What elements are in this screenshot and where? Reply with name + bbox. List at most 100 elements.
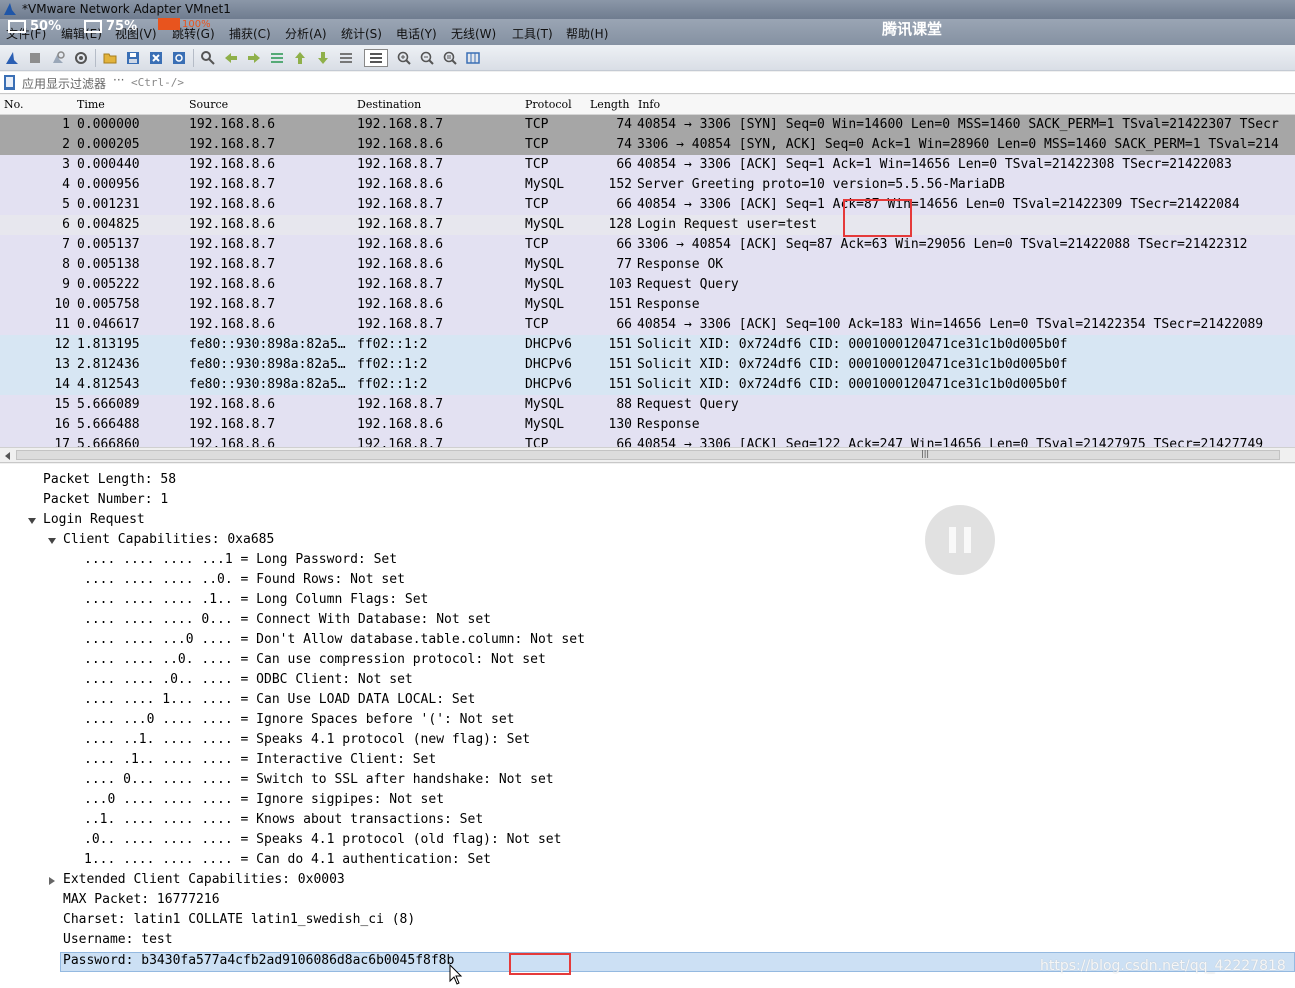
stop-icon	[30, 53, 40, 63]
zoom-in-button[interactable]	[395, 49, 413, 67]
scroll-left-icon[interactable]	[5, 452, 10, 460]
go-back-button[interactable]	[222, 49, 240, 67]
column-header-no[interactable]: No.	[4, 98, 24, 111]
detail-packet-number[interactable]: Packet Number: 1	[43, 492, 168, 512]
blog-watermark: https://blog.csdn.net/qq_42227818	[1040, 958, 1286, 974]
menu-statistics[interactable]: 统计(S)	[341, 25, 382, 42]
pause-bar-icon	[949, 527, 956, 553]
find-packet-button[interactable]	[199, 49, 217, 67]
capability-flag-line[interactable]: .0.. .... .... .... = Speaks 4.1 protoco…	[84, 832, 561, 852]
packet-row[interactable]: 6 0.004825 192.168.8.6 192.168.8.7 MySQL 128 L…	[0, 215, 1295, 235]
zoom-100-chip[interactable]	[158, 18, 180, 30]
column-header-protocol[interactable]: Protocol	[525, 98, 572, 111]
expand-client-caps-icon[interactable]	[48, 538, 56, 544]
capability-flag-line[interactable]: .... .... ..0. .... = Can use compressio…	[84, 652, 546, 672]
first-packet-button[interactable]	[291, 49, 309, 67]
packet-row[interactable]: 14 4.812543 fe80::930:898a:82a5… ff02::1:2 D…	[0, 375, 1295, 395]
cell-info: Server Greeting proto=10 version=5.5.56-…	[637, 177, 1005, 192]
capability-flag-line[interactable]: .... .... ...0 .... = Don't Allow databa…	[84, 632, 585, 652]
column-header-time[interactable]: Time	[77, 98, 105, 111]
expand-extended-caps-icon[interactable]	[49, 877, 55, 885]
detail-extended-capabilities[interactable]: Extended Client Capabilities: 0x0003	[63, 872, 345, 892]
search-icon	[201, 51, 215, 65]
scrollbar-thumb[interactable]	[16, 450, 1280, 460]
menu-analyze[interactable]: 分析(A)	[285, 25, 327, 42]
stop-capture-button[interactable]	[26, 49, 44, 67]
capability-flag-line[interactable]: .... .... .... 0... = Connect With Datab…	[84, 612, 491, 632]
video-pause-button[interactable]	[925, 505, 995, 575]
capability-flag-line[interactable]: .... ..1. .... .... = Speaks 4.1 protoco…	[84, 732, 530, 752]
go-forward-button[interactable]	[245, 49, 263, 67]
packet-row[interactable]: 16 5.666488 192.168.8.7 192.168.8.6 MySQL 130…	[0, 415, 1295, 435]
capability-flag-line[interactable]: .... .... .... ..0. = Found Rows: Not se…	[84, 572, 405, 592]
capability-flag-line[interactable]: .... .... .... ...1 = Long Password: Set	[84, 552, 397, 572]
packet-row[interactable]: 12 1.813195 fe80::930:898a:82a5… ff02::1:2 D…	[0, 335, 1295, 355]
packet-row[interactable]: 7 0.005137 192.168.8.7 192.168.8.6 TCP 66 3306…	[0, 235, 1295, 255]
detail-username[interactable]: Username: test	[63, 932, 173, 952]
packet-row[interactable]: 17 5.666860 192.168.8.6 192.168.8.7 TCP 66 408…	[0, 435, 1295, 447]
cell-protocol: TCP	[525, 117, 549, 132]
capability-flag-line[interactable]: 1... .... .... .... = Can do 4.1 authent…	[84, 852, 491, 872]
menu-wireless[interactable]: 无线(W)	[451, 25, 496, 42]
expand-login-request-icon[interactable]	[28, 518, 36, 524]
packet-row[interactable]: 5 0.001231 192.168.8.6 192.168.8.7 TCP 66 4085…	[0, 195, 1295, 215]
display-filter-input[interactable]	[18, 74, 1288, 92]
packet-row[interactable]: 3 0.000440 192.168.8.6 192.168.8.7 TCP 66 4085…	[0, 155, 1295, 175]
detail-charset[interactable]: Charset: latin1 COLLATE latin1_swedish_c…	[63, 912, 415, 932]
normal-size-button[interactable]	[441, 49, 459, 67]
cell-protocol: TCP	[525, 437, 549, 447]
capability-flag-line[interactable]: .... .... .... .1.. = Long Column Flags:…	[84, 592, 428, 612]
capability-flag-line[interactable]: .... ...0 .... .... = Ignore Spaces befo…	[84, 712, 514, 732]
packet-list-hscrollbar[interactable]: |||	[0, 447, 1295, 463]
cell-protocol: TCP	[525, 157, 549, 172]
packet-row[interactable]: 15 5.666089 192.168.8.6 192.168.8.7 MySQL 88 R…	[0, 395, 1295, 415]
zoom-100-label: 100%	[182, 19, 211, 30]
cell-source: 192.168.8.7	[189, 257, 276, 272]
autoscroll-button[interactable]	[337, 49, 355, 67]
packet-row[interactable]: 2 0.000205 192.168.8.7 192.168.8.6 TCP 74 3306…	[0, 135, 1295, 155]
capability-flag-line[interactable]: .... .... 1... .... = Can Use LOAD DATA …	[84, 692, 475, 712]
capability-flag-line[interactable]: .... 0... .... .... = Switch to SSL afte…	[84, 772, 554, 792]
cell-no: 10	[54, 297, 70, 312]
capability-flag-line[interactable]: ..1. .... .... .... = Knows about transa…	[84, 812, 483, 832]
capture-options-button[interactable]	[72, 49, 90, 67]
packet-row[interactable]: 1 0.000000 192.168.8.6 192.168.8.7 TCP 74 4085…	[0, 115, 1295, 135]
capability-flag-line[interactable]: ...0 .... .... .... = Ignore sigpipes: N…	[84, 792, 444, 812]
save-file-button[interactable]	[124, 49, 142, 67]
menu-capture[interactable]: 捕获(C)	[229, 25, 271, 42]
detail-login-request[interactable]: Login Request	[43, 512, 145, 532]
zoom-75-chip[interactable]: 75%	[84, 16, 137, 36]
column-header-destination[interactable]: Destination	[357, 98, 421, 111]
capability-flag-line[interactable]: .... .... .0.. .... = ODBC Client: Not s…	[84, 672, 413, 692]
menu-tools[interactable]: 工具(T)	[512, 25, 553, 42]
last-packet-button[interactable]	[314, 49, 332, 67]
bookmark-icon[interactable]	[4, 75, 15, 90]
packet-row[interactable]: 8 0.005138 192.168.8.7 192.168.8.6 MySQL 77 Re…	[0, 255, 1295, 275]
packet-row[interactable]: 9 0.005222 192.168.8.6 192.168.8.7 MySQL 103 R…	[0, 275, 1295, 295]
packet-row[interactable]: 10 0.005758 192.168.8.7 192.168.8.6 MySQL 151…	[0, 295, 1295, 315]
column-header-info[interactable]: Info	[638, 98, 660, 111]
packet-row[interactable]: 4 0.000956 192.168.8.7 192.168.8.6 MySQL 152 S…	[0, 175, 1295, 195]
go-to-packet-button[interactable]	[268, 49, 286, 67]
colorize-button[interactable]	[364, 49, 388, 67]
zoom-50-chip[interactable]: 50%	[8, 16, 61, 36]
detail-max-packet[interactable]: MAX Packet: 16777216	[63, 892, 220, 912]
reload-file-button[interactable]	[170, 49, 188, 67]
start-capture-button[interactable]	[3, 49, 21, 67]
open-file-button[interactable]	[101, 49, 119, 67]
resize-columns-button[interactable]	[464, 49, 482, 67]
detail-client-capabilities[interactable]: Client Capabilities: 0xa685	[63, 532, 274, 552]
cell-length: 74	[616, 137, 632, 152]
menu-telephony[interactable]: 电话(Y)	[396, 25, 437, 42]
column-header-length[interactable]: Length	[590, 98, 629, 111]
zoom-out-button[interactable]	[418, 49, 436, 67]
packet-details-pane: Packet Length: 58 Packet Number: 1 Login…	[0, 464, 1295, 988]
packet-row[interactable]: 11 0.046617 192.168.8.6 192.168.8.7 TCP 66 408…	[0, 315, 1295, 335]
restart-capture-button[interactable]	[49, 49, 67, 67]
column-header-source[interactable]: Source	[189, 98, 228, 111]
detail-packet-length[interactable]: Packet Length: 58	[43, 472, 176, 492]
close-file-button[interactable]	[147, 49, 165, 67]
capability-flag-line[interactable]: .... .1.. .... .... = Interactive Client…	[84, 752, 436, 772]
packet-row[interactable]: 13 2.812436 fe80::930:898a:82a5… ff02::1:2 D…	[0, 355, 1295, 375]
menu-help[interactable]: 帮助(H)	[566, 25, 608, 42]
